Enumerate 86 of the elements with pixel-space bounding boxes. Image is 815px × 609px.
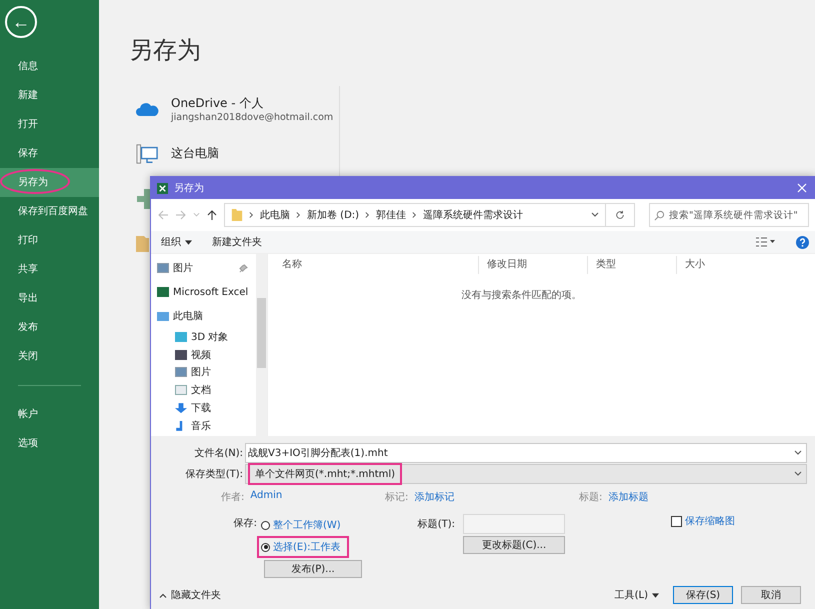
sidebar-item[interactable]: 打开 [0,110,99,139]
radio-option[interactable]: 选择(E):工作表 [257,536,349,558]
nav-item[interactable]: 音乐 [151,416,256,435]
up-arrow-icon[interactable] [206,209,218,221]
pin-icon [239,264,248,272]
nav-item[interactable]: 视频 [151,346,256,364]
nav-item[interactable]: Microsoft Excel [151,280,256,304]
meta-label: 标记: [385,490,408,504]
caret-icon [652,592,659,598]
chevron-icon [249,211,254,219]
meta-link[interactable]: 添加标记 [414,490,454,504]
sidebar-item[interactable]: 发布 [0,313,99,342]
column-header[interactable]: 名称 [268,256,479,274]
help-icon[interactable] [796,236,809,248]
meta-label: 标题: [579,490,602,504]
close-icon[interactable] [797,183,807,193]
location-name[interactable]: 这台电脑 [171,145,219,162]
account-email: jiangshan2018dove@hotmail.com [171,112,334,122]
path-segment[interactable]: 新加卷 (D:) [307,208,360,222]
radio-option[interactable]: 整个工作簿(W) [257,514,349,536]
sidebar-item[interactable]: 信息 [0,52,99,81]
organize-menu[interactable]: 组织 [161,235,192,249]
chevron-up-icon [159,592,167,598]
dialog-title: 另存为 [174,182,204,195]
sidebar-item[interactable]: 打印 [0,226,99,255]
sidebar-item[interactable]: 帐户 [0,400,99,429]
hide-folders-toggle[interactable]: 隐藏文件夹 [159,588,221,602]
forward-arrow-icon[interactable] [175,209,187,221]
dropdown-icon [794,470,802,476]
meta-link[interactable]: Admin [250,490,282,504]
change-title-button[interactable]: 更改标题(C)... [463,536,565,554]
cancel-button[interactable]: 取消 [741,586,801,604]
save-button[interactable]: 保存(S) [673,586,733,604]
chevron-icon [296,211,301,219]
column-header[interactable]: 修改日期 [479,256,588,274]
column-header[interactable]: 类型 [588,256,677,274]
chevron-icon [365,211,370,219]
field-label: 标题(T): [416,518,456,531]
folder-icon [231,208,243,222]
nav-item[interactable]: 此电脑 [151,304,256,328]
tools-menu[interactable]: 工具(L) [608,587,665,603]
scrollbar[interactable] [256,254,267,436]
save-label: 保存: [232,517,257,531]
empty-message: 没有与搜索条件匹配的项。 [460,288,582,302]
back-arrow-icon[interactable] [157,209,169,221]
column-header[interactable]: 大小 [677,256,745,274]
publish-button[interactable]: 发布(P)... [264,560,362,578]
dropdown-icon [794,450,802,456]
back-button[interactable]: ← [5,6,37,38]
dropdown-icon[interactable] [591,212,599,218]
sidebar-item[interactable]: 共享 [0,255,99,284]
sidebar-item[interactable]: 导出 [0,284,99,313]
title-field[interactable] [463,514,565,534]
field-label: 保存类型(T): [184,468,244,480]
nav-item[interactable]: 3D 对象 [151,328,256,346]
field-label: 文件名(N): [193,446,244,460]
meta-label: 作者: [221,490,244,504]
refresh-button[interactable] [605,203,635,227]
location-name[interactable]: OneDrive - 个人 [171,94,334,112]
path-segment[interactable]: 郭佳佳 [376,208,406,222]
meta-link[interactable]: 添加标题 [608,490,648,504]
caret-icon [185,240,192,244]
refresh-icon [615,210,625,220]
path-segment[interactable]: 遥障系统硬件需求设计 [423,208,524,222]
sidebar-item[interactable]: 另存为 [0,168,99,197]
file-type-dropdown[interactable]: 单个文件网页(*.mht;*.mhtml) [245,464,807,484]
path-segment[interactable]: 此电脑 [260,208,290,222]
save-thumbnail-checkbox[interactable]: 保存缩略图 [671,514,735,528]
search-icon [654,210,665,220]
nav-item[interactable]: 图片 [151,364,256,382]
new-folder-button[interactable]: 新建文件夹 [212,235,262,249]
sidebar-item[interactable]: 新建 [0,81,99,110]
sidebar-item[interactable]: 保存 [0,139,99,168]
search-field[interactable]: 搜索"遥障系统硬件需求设计" [649,203,809,227]
page-title: 另存为 [129,35,202,66]
chevron-icon [412,211,418,219]
nav-item[interactable]: 下载 [151,399,256,417]
sidebar-item[interactable]: 关闭 [0,342,99,371]
nav-item[interactable]: 图片 [151,256,256,280]
view-options-icon[interactable] [754,237,776,247]
sidebar-item[interactable]: 选项 [0,429,99,458]
address-bar[interactable]: 此电脑 新加卷 (D:) 郭佳佳 遥障系统硬件需求设计 [224,203,606,227]
nav-item[interactable]: 文档 [151,381,256,400]
computer-icon [135,142,159,164]
filename-field[interactable]: 战舰V3+IO引脚分配表(1).mht [245,442,807,462]
sidebar-item[interactable]: 保存到百度网盘 [0,197,99,226]
